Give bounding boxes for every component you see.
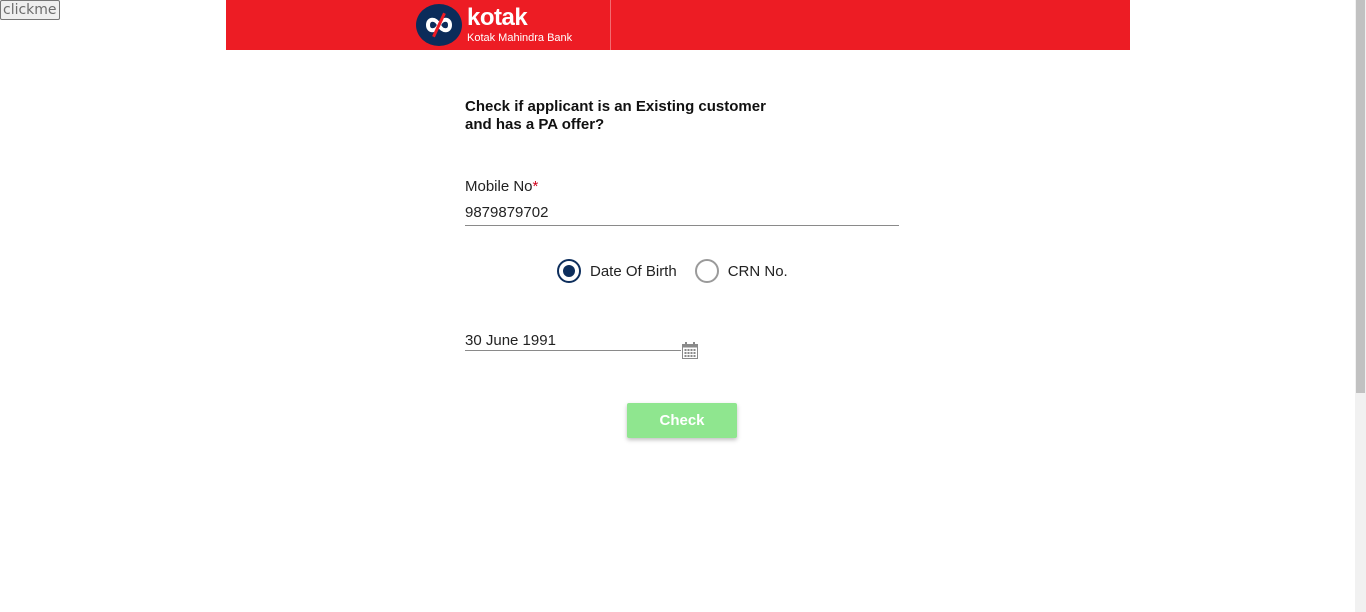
clickme-button[interactable]: clickme xyxy=(0,0,60,20)
radio-label-dob: Date Of Birth xyxy=(590,262,677,280)
date-of-birth-field[interactable] xyxy=(465,330,681,351)
scrollbar-thumb[interactable] xyxy=(1356,0,1365,393)
radio-checked-icon[interactable] xyxy=(557,259,581,283)
mobile-label-text: Mobile No xyxy=(465,178,533,195)
check-button[interactable]: Check xyxy=(627,403,737,438)
question-line-1: Check if applicant is an Existing custom… xyxy=(465,98,766,115)
brand-subtitle: Kotak Mahindra Bank xyxy=(467,32,573,44)
radio-date-of-birth[interactable]: Date Of Birth xyxy=(557,259,677,283)
form-question: Check if applicant is an Existing custom… xyxy=(465,98,785,134)
id-type-radio-group: Date Of Birth CRN No. xyxy=(557,258,788,284)
radio-label-crn: CRN No. xyxy=(727,262,788,280)
mobile-number-field[interactable] xyxy=(465,200,899,226)
radio-unchecked-icon[interactable] xyxy=(694,259,719,283)
vertical-scrollbar[interactable] xyxy=(1355,0,1366,612)
radio-crn-no[interactable]: CRN No. xyxy=(694,259,788,283)
mobile-label: Mobile No* xyxy=(465,178,538,195)
brand-name: kotak xyxy=(467,4,528,31)
calendar-icon[interactable] xyxy=(682,342,698,359)
required-marker: * xyxy=(532,178,539,195)
kotak-infinity-logo-icon xyxy=(416,4,462,46)
header-bar: kotak Kotak Mahindra Bank xyxy=(226,0,1130,50)
question-line-2: and has a PA offer? xyxy=(465,116,605,133)
header-divider xyxy=(610,0,611,50)
